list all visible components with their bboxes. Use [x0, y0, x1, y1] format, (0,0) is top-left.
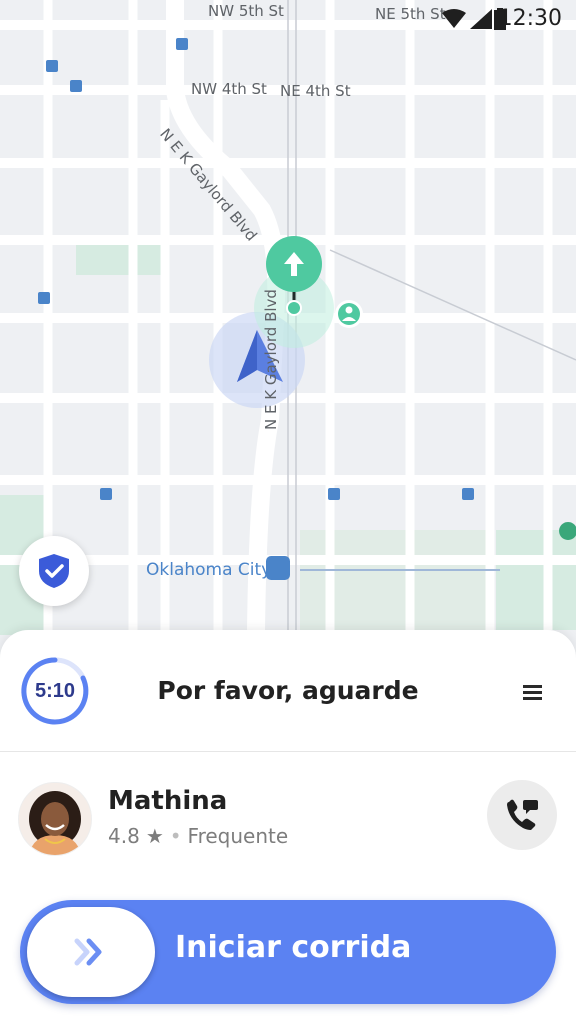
shield-check-icon	[39, 554, 69, 588]
chevron-double-right-icon	[74, 938, 102, 966]
avatar	[18, 782, 92, 856]
passenger-photo	[19, 783, 91, 855]
timer-value: 5:10	[34, 680, 76, 702]
call-button[interactable]	[487, 780, 557, 850]
status-bar: 12:30	[0, 0, 576, 36]
status-time: 12:30	[498, 6, 562, 31]
menu-icon[interactable]	[518, 678, 548, 708]
passenger-tag: Frequente	[187, 824, 289, 848]
passenger-rating: 4.8	[108, 824, 140, 848]
passenger-name: Mathina	[108, 786, 228, 816]
wifi-icon	[442, 9, 466, 28]
separator-dot: •	[169, 824, 182, 848]
street-label-gaylord-vertical: N E K Gaylord Blvd	[262, 289, 280, 430]
panel-divider	[0, 751, 576, 752]
panel-title: Por favor, aguarde	[157, 676, 419, 705]
start-ride-label: Iniciar corrida	[175, 930, 412, 965]
passenger-meta: 4.8 ★ • Frequente	[108, 824, 288, 848]
signal-icon	[470, 9, 492, 29]
trip-panel: 5:10 Por favor, aguarde Mathina 4.8 ★ • …	[0, 630, 576, 1024]
star-icon: ★	[145, 824, 164, 848]
slider-handle[interactable]	[27, 907, 155, 997]
safety-button[interactable]	[19, 536, 89, 606]
street-label-ne4: NE 4th St	[280, 82, 351, 100]
phone-icon	[507, 799, 538, 830]
start-ride-slider[interactable]: Iniciar corrida	[20, 900, 556, 1004]
street-label-nw4: NW 4th St	[191, 80, 267, 98]
wait-timer: 5:10	[20, 656, 90, 726]
city-label: Oklahoma City	[146, 560, 272, 580]
